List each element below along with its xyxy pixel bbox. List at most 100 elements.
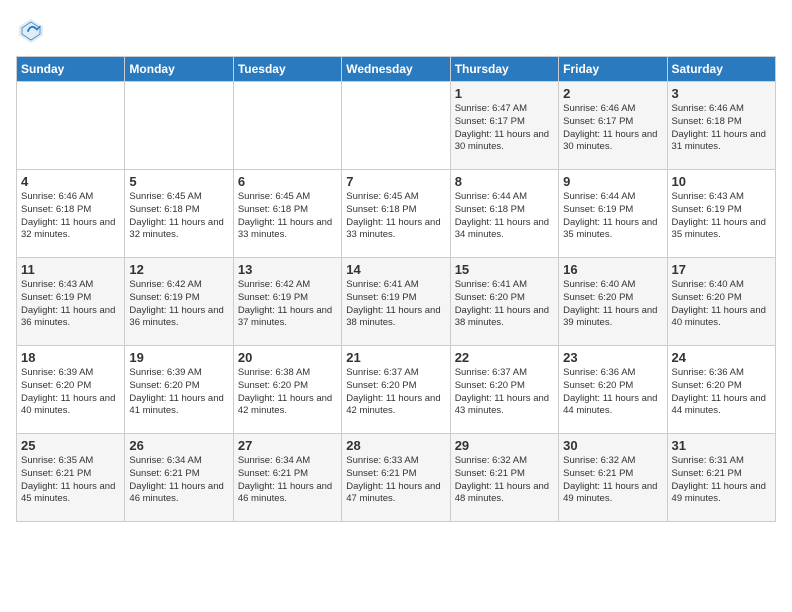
day-sun-info: Sunrise: 6:37 AM Sunset: 6:20 PM Dayligh…	[455, 367, 554, 418]
day-number: 10	[672, 174, 771, 189]
calendar-cell	[17, 82, 125, 170]
day-sun-info: Sunrise: 6:35 AM Sunset: 6:21 PM Dayligh…	[21, 455, 120, 506]
day-number: 19	[129, 350, 228, 365]
day-sun-info: Sunrise: 6:40 AM Sunset: 6:20 PM Dayligh…	[563, 279, 662, 330]
day-sun-info: Sunrise: 6:42 AM Sunset: 6:19 PM Dayligh…	[238, 279, 337, 330]
day-number: 28	[346, 438, 445, 453]
day-sun-info: Sunrise: 6:40 AM Sunset: 6:20 PM Dayligh…	[672, 279, 771, 330]
calendar-cell: 2 Sunrise: 6:46 AM Sunset: 6:17 PM Daylig…	[559, 82, 667, 170]
calendar-cell: 7 Sunrise: 6:45 AM Sunset: 6:18 PM Daylig…	[342, 170, 450, 258]
calendar-cell: 5 Sunrise: 6:45 AM Sunset: 6:18 PM Daylig…	[125, 170, 233, 258]
day-sun-info: Sunrise: 6:43 AM Sunset: 6:19 PM Dayligh…	[21, 279, 120, 330]
calendar-cell: 14 Sunrise: 6:41 AM Sunset: 6:19 PM Dayli…	[342, 258, 450, 346]
day-of-week-header: Wednesday	[342, 57, 450, 82]
calendar-cell: 8 Sunrise: 6:44 AM Sunset: 6:18 PM Daylig…	[450, 170, 558, 258]
calendar-cell: 4 Sunrise: 6:46 AM Sunset: 6:18 PM Daylig…	[17, 170, 125, 258]
day-sun-info: Sunrise: 6:46 AM Sunset: 6:18 PM Dayligh…	[672, 103, 771, 154]
day-number: 3	[672, 86, 771, 101]
calendar-cell: 19 Sunrise: 6:39 AM Sunset: 6:20 PM Dayli…	[125, 346, 233, 434]
day-number: 14	[346, 262, 445, 277]
day-sun-info: Sunrise: 6:45 AM Sunset: 6:18 PM Dayligh…	[129, 191, 228, 242]
day-number: 7	[346, 174, 445, 189]
day-sun-info: Sunrise: 6:46 AM Sunset: 6:17 PM Dayligh…	[563, 103, 662, 154]
calendar-cell: 23 Sunrise: 6:36 AM Sunset: 6:20 PM Dayli…	[559, 346, 667, 434]
day-sun-info: Sunrise: 6:45 AM Sunset: 6:18 PM Dayligh…	[346, 191, 445, 242]
day-number: 26	[129, 438, 228, 453]
calendar-week-row: 25 Sunrise: 6:35 AM Sunset: 6:21 PM Dayli…	[17, 434, 776, 522]
logo-icon	[16, 16, 46, 46]
day-sun-info: Sunrise: 6:36 AM Sunset: 6:20 PM Dayligh…	[672, 367, 771, 418]
day-sun-info: Sunrise: 6:46 AM Sunset: 6:18 PM Dayligh…	[21, 191, 120, 242]
day-sun-info: Sunrise: 6:31 AM Sunset: 6:21 PM Dayligh…	[672, 455, 771, 506]
logo	[16, 16, 50, 46]
calendar-cell: 21 Sunrise: 6:37 AM Sunset: 6:20 PM Dayli…	[342, 346, 450, 434]
day-number: 21	[346, 350, 445, 365]
calendar-cell: 31Sunrise: 6:31 AM Sunset: 6:21 PM Dayli…	[667, 434, 775, 522]
day-number: 25	[21, 438, 120, 453]
day-sun-info: Sunrise: 6:44 AM Sunset: 6:19 PM Dayligh…	[563, 191, 662, 242]
day-sun-info: Sunrise: 6:42 AM Sunset: 6:19 PM Dayligh…	[129, 279, 228, 330]
day-sun-info: Sunrise: 6:33 AM Sunset: 6:21 PM Dayligh…	[346, 455, 445, 506]
day-of-week-header: Thursday	[450, 57, 558, 82]
calendar-cell: 12 Sunrise: 6:42 AM Sunset: 6:19 PM Dayli…	[125, 258, 233, 346]
calendar-cell: 30 Sunrise: 6:32 AM Sunset: 6:21 PM Dayli…	[559, 434, 667, 522]
day-of-week-header: Sunday	[17, 57, 125, 82]
day-number: 2	[563, 86, 662, 101]
day-sun-info: Sunrise: 6:44 AM Sunset: 6:18 PM Dayligh…	[455, 191, 554, 242]
calendar-week-row: 1Sunrise: 6:47 AM Sunset: 6:17 PM Daylig…	[17, 82, 776, 170]
day-number: 11	[21, 262, 120, 277]
calendar-cell: 15Sunrise: 6:41 AM Sunset: 6:20 PM Dayli…	[450, 258, 558, 346]
day-sun-info: Sunrise: 6:36 AM Sunset: 6:20 PM Dayligh…	[563, 367, 662, 418]
calendar-cell: 29 Sunrise: 6:32 AM Sunset: 6:21 PM Dayli…	[450, 434, 558, 522]
day-sun-info: Sunrise: 6:47 AM Sunset: 6:17 PM Dayligh…	[455, 103, 554, 154]
day-sun-info: Sunrise: 6:34 AM Sunset: 6:21 PM Dayligh…	[238, 455, 337, 506]
calendar-cell: 16Sunrise: 6:40 AM Sunset: 6:20 PM Dayli…	[559, 258, 667, 346]
day-sun-info: Sunrise: 6:32 AM Sunset: 6:21 PM Dayligh…	[563, 455, 662, 506]
day-number: 6	[238, 174, 337, 189]
day-number: 27	[238, 438, 337, 453]
day-of-week-header: Monday	[125, 57, 233, 82]
day-of-week-header: Friday	[559, 57, 667, 82]
day-number: 15	[455, 262, 554, 277]
day-number: 29	[455, 438, 554, 453]
day-number: 13	[238, 262, 337, 277]
day-sun-info: Sunrise: 6:37 AM Sunset: 6:20 PM Dayligh…	[346, 367, 445, 418]
day-number: 30	[563, 438, 662, 453]
calendar-header: SundayMondayTuesdayWednesdayThursdayFrid…	[17, 57, 776, 82]
calendar-week-row: 18 Sunrise: 6:39 AM Sunset: 6:20 PM Dayli…	[17, 346, 776, 434]
day-number: 8	[455, 174, 554, 189]
calendar-cell: 17Sunrise: 6:40 AM Sunset: 6:20 PM Dayli…	[667, 258, 775, 346]
calendar-cell: 6 Sunrise: 6:45 AM Sunset: 6:18 PM Daylig…	[233, 170, 341, 258]
calendar-cell: 10Sunrise: 6:43 AM Sunset: 6:19 PM Dayli…	[667, 170, 775, 258]
calendar-cell: 27 Sunrise: 6:34 AM Sunset: 6:21 PM Dayli…	[233, 434, 341, 522]
calendar-cell: 22 Sunrise: 6:37 AM Sunset: 6:20 PM Dayli…	[450, 346, 558, 434]
calendar-cell: 24 Sunrise: 6:36 AM Sunset: 6:20 PM Dayli…	[667, 346, 775, 434]
day-of-week-header: Saturday	[667, 57, 775, 82]
calendar-cell: 26 Sunrise: 6:34 AM Sunset: 6:21 PM Dayli…	[125, 434, 233, 522]
day-number: 22	[455, 350, 554, 365]
calendar-cell	[125, 82, 233, 170]
day-of-week-header: Tuesday	[233, 57, 341, 82]
calendar-cell: 3 Sunrise: 6:46 AM Sunset: 6:18 PM Daylig…	[667, 82, 775, 170]
calendar-cell: 9 Sunrise: 6:44 AM Sunset: 6:19 PM Daylig…	[559, 170, 667, 258]
day-sun-info: Sunrise: 6:45 AM Sunset: 6:18 PM Dayligh…	[238, 191, 337, 242]
calendar-table: SundayMondayTuesdayWednesdayThursdayFrid…	[16, 56, 776, 522]
day-number: 4	[21, 174, 120, 189]
day-sun-info: Sunrise: 6:39 AM Sunset: 6:20 PM Dayligh…	[21, 367, 120, 418]
calendar-cell: 25 Sunrise: 6:35 AM Sunset: 6:21 PM Dayli…	[17, 434, 125, 522]
day-number: 24	[672, 350, 771, 365]
day-number: 23	[563, 350, 662, 365]
day-number: 18	[21, 350, 120, 365]
calendar-cell: 11 Sunrise: 6:43 AM Sunset: 6:19 PM Dayli…	[17, 258, 125, 346]
day-sun-info: Sunrise: 6:34 AM Sunset: 6:21 PM Dayligh…	[129, 455, 228, 506]
day-sun-info: Sunrise: 6:41 AM Sunset: 6:19 PM Dayligh…	[346, 279, 445, 330]
calendar-body: 1Sunrise: 6:47 AM Sunset: 6:17 PM Daylig…	[17, 82, 776, 522]
day-sun-info: Sunrise: 6:32 AM Sunset: 6:21 PM Dayligh…	[455, 455, 554, 506]
day-number: 12	[129, 262, 228, 277]
day-number: 5	[129, 174, 228, 189]
day-sun-info: Sunrise: 6:39 AM Sunset: 6:20 PM Dayligh…	[129, 367, 228, 418]
day-number: 20	[238, 350, 337, 365]
calendar-cell: 20Sunrise: 6:38 AM Sunset: 6:20 PM Dayli…	[233, 346, 341, 434]
day-number: 9	[563, 174, 662, 189]
calendar-cell: 1Sunrise: 6:47 AM Sunset: 6:17 PM Daylig…	[450, 82, 558, 170]
